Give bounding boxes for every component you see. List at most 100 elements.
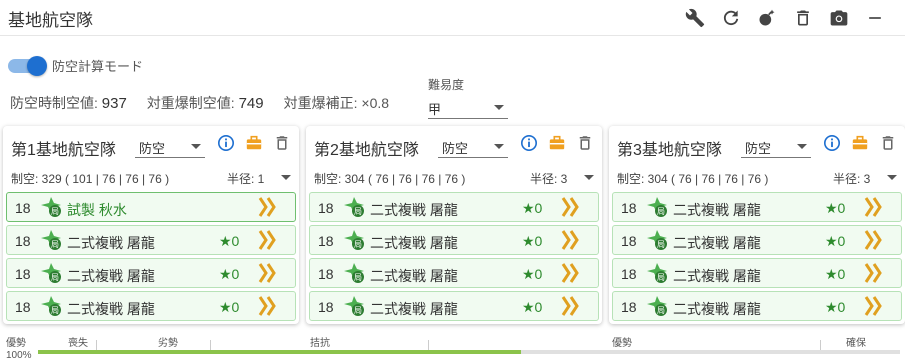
plane-level: 18 xyxy=(15,200,31,216)
info-icon[interactable] xyxy=(217,134,235,152)
squadron-mode-select[interactable]: 防空 xyxy=(135,134,205,158)
svg-text:局: 局 xyxy=(657,273,665,282)
squadron-mode-select[interactable]: 防空 xyxy=(438,134,508,158)
interceptor-icon: 局 xyxy=(645,294,669,318)
plane-slot[interactable]: 18 局 試製 秋水 xyxy=(6,192,296,222)
plane-level: 18 xyxy=(621,233,637,249)
difficulty-select[interactable]: 難易度 甲 xyxy=(428,76,508,119)
interceptor-icon: 局 xyxy=(342,294,366,318)
svg-text:局: 局 xyxy=(51,240,59,249)
bomb-icon[interactable] xyxy=(749,6,785,30)
plane-name: 二式複戦 屠龍 xyxy=(67,301,155,317)
refresh-icon[interactable] xyxy=(713,6,749,30)
plane-slot[interactable]: 18 局 二式複戦 屠龍 ★0 xyxy=(309,225,599,255)
interceptor-icon: 局 xyxy=(39,261,63,285)
svg-text:局: 局 xyxy=(51,207,59,216)
proficiency-icon[interactable] xyxy=(257,229,279,251)
plane-improvement: ★0 xyxy=(219,266,240,282)
proficiency-icon[interactable] xyxy=(863,295,885,317)
plane-slot[interactable]: 18 局 二式複戦 屠龍 ★0 xyxy=(612,291,902,321)
plane-slot[interactable]: 18 局 二式複戦 屠龍 ★0 xyxy=(309,291,599,321)
chevron-down-icon xyxy=(281,175,291,180)
plane-slot[interactable]: 18 局 二式複戦 屠龍 ★0 xyxy=(6,291,296,321)
proficiency-icon[interactable] xyxy=(863,262,885,284)
interceptor-icon: 局 xyxy=(342,228,366,252)
air-zone-divider xyxy=(210,340,211,350)
proficiency-icon[interactable] xyxy=(560,295,582,317)
chevron-down-icon xyxy=(494,144,504,149)
defense-mode-toggle[interactable]: 防空計算モード xyxy=(8,55,143,76)
plane-slot[interactable]: 18 局 二式複戦 屠龍 ★0 xyxy=(612,225,902,255)
trash-icon[interactable] xyxy=(879,134,897,152)
squadron-panel: 第2基地航空隊 防空 制空: 304 ( 76 | 76 | 76 | 76 )… xyxy=(306,126,602,324)
proficiency-icon[interactable] xyxy=(560,229,582,251)
trash-icon[interactable] xyxy=(576,134,594,152)
plane-level: 18 xyxy=(15,299,31,315)
squadron-header: 第3基地航空隊 防空 xyxy=(609,126,905,166)
bomber-stat: 対重爆制空値: 749 xyxy=(147,93,264,113)
radius-select[interactable]: 半径: 1 xyxy=(227,170,291,187)
stat-label: 対重爆制空値: xyxy=(146,95,235,111)
plane-improvement: ★0 xyxy=(522,299,543,315)
plane-slot[interactable]: 18 局 二式複戦 屠龍 ★0 xyxy=(309,192,599,222)
squadron-mode-select[interactable]: 防空 xyxy=(741,134,811,158)
plane-slot[interactable]: 18 局 二式複戦 屠龍 ★0 xyxy=(6,258,296,288)
plane-name: 二式複戦 屠龍 xyxy=(673,235,761,251)
plane-improvement: ★0 xyxy=(522,266,543,282)
squadron-panel: 第1基地航空隊 防空 制空: 329 ( 101 | 76 | 76 | 76 … xyxy=(3,126,299,324)
difficulty-value: 甲 xyxy=(428,102,442,117)
briefcase-icon[interactable] xyxy=(245,134,263,152)
proficiency-icon[interactable] xyxy=(257,295,279,317)
plane-level: 18 xyxy=(621,299,637,315)
stat-value: 937 xyxy=(101,95,127,112)
chevron-down-icon xyxy=(887,175,897,180)
info-icon[interactable] xyxy=(823,134,841,152)
svg-text:局: 局 xyxy=(657,207,665,216)
chevron-down-icon xyxy=(584,175,594,180)
minimize-icon[interactable] xyxy=(857,6,893,30)
squadron-panel: 第3基地航空隊 防空 制空: 304 ( 76 | 76 | 76 | 76 )… xyxy=(609,126,905,324)
air-zone-label: 劣勢 xyxy=(158,338,178,349)
difficulty-dropdown[interactable]: 甲 xyxy=(428,97,508,119)
squadron-name: 第2基地航空隊 xyxy=(314,142,419,159)
info-icon[interactable] xyxy=(520,134,538,152)
air-state-label: 優勢 xyxy=(6,338,26,349)
interceptor-icon: 局 xyxy=(39,195,63,219)
toggle-switch[interactable] xyxy=(8,55,47,76)
svg-text:局: 局 xyxy=(51,273,59,282)
wrench-icon[interactable] xyxy=(677,6,713,30)
plane-slot[interactable]: 18 局 二式複戦 屠龍 ★0 xyxy=(309,258,599,288)
window-title: 基地航空隊 xyxy=(8,11,93,30)
svg-text:局: 局 xyxy=(657,240,665,249)
stat-value: ×0.8 xyxy=(361,95,390,111)
interceptor-icon: 局 xyxy=(342,195,366,219)
air-defense-stat: 防空時制空値: 937 xyxy=(10,93,127,113)
briefcase-icon[interactable] xyxy=(851,134,869,152)
proficiency-icon[interactable] xyxy=(257,262,279,284)
plane-list: 18 局 二式複戦 屠龍 ★0 18 局 二式複戦 屠龍 ★0 18 局 二式複… xyxy=(612,192,902,324)
radius-select[interactable]: 半径: 3 xyxy=(530,170,594,187)
plane-improvement: ★0 xyxy=(219,299,240,315)
trash-icon[interactable] xyxy=(785,6,821,30)
trash-icon[interactable] xyxy=(273,134,291,152)
svg-text:局: 局 xyxy=(354,207,362,216)
interceptor-icon: 局 xyxy=(39,294,63,318)
chevron-down-icon xyxy=(494,105,504,110)
plane-improvement: ★0 xyxy=(825,200,846,216)
air-zone-divider xyxy=(96,340,97,350)
plane-slot[interactable]: 18 局 二式複戦 屠龍 ★0 xyxy=(612,258,902,288)
plane-name: 試製 秋水 xyxy=(67,202,127,218)
plane-slot[interactable]: 18 局 二式複戦 屠龍 ★0 xyxy=(6,225,296,255)
proficiency-icon[interactable] xyxy=(257,196,279,218)
plane-slot[interactable]: 18 局 二式複戦 屠龍 ★0 xyxy=(612,192,902,222)
proficiency-icon[interactable] xyxy=(560,196,582,218)
squadron-name: 第3基地航空隊 xyxy=(617,142,722,159)
proficiency-icon[interactable] xyxy=(863,196,885,218)
proficiency-icon[interactable] xyxy=(560,262,582,284)
briefcase-icon[interactable] xyxy=(548,134,566,152)
squadron-actions xyxy=(520,134,594,152)
camera-icon[interactable] xyxy=(821,6,857,30)
air-state-percent: 100% xyxy=(6,350,32,361)
radius-select[interactable]: 半径: 3 xyxy=(833,170,897,187)
proficiency-icon[interactable] xyxy=(863,229,885,251)
